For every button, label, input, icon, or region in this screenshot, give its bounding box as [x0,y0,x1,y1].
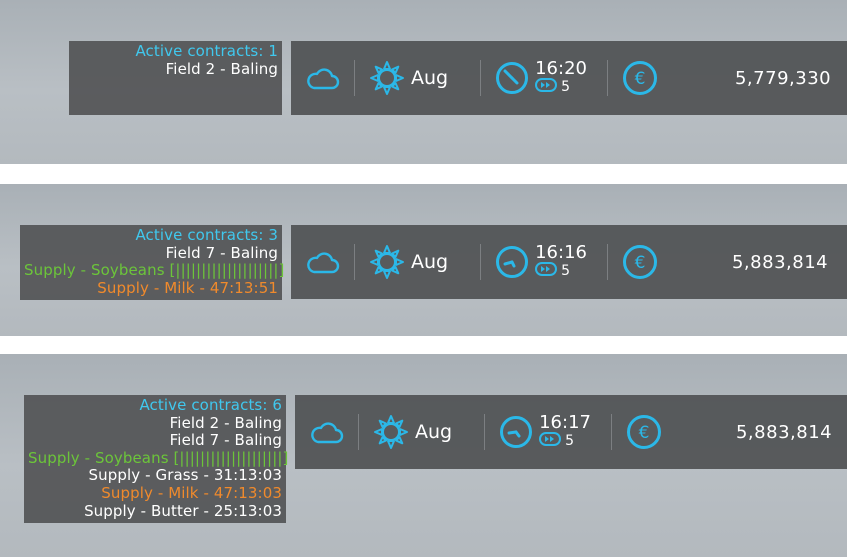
divider [484,414,486,450]
sun-icon[interactable] [369,60,405,96]
time-scale: 5 [561,79,571,95]
contract-item[interactable]: Supply - Soybeans [||||||||||||||||||||] [28,449,288,468]
contract-item[interactable]: Field 2 - Baling [28,414,282,433]
contracts-list: Active contracts: 3 Field 7 - Baling Sup… [20,225,284,300]
contract-item[interactable]: Supply - Butter - 25:13:03 [28,502,282,521]
divider [354,244,355,280]
divider [480,60,482,96]
euro-icon[interactable]: € [622,60,658,96]
divider [606,244,608,280]
clock-icon[interactable] [499,415,533,449]
money-balance: 5,883,814 [731,251,829,273]
contract-item[interactable]: Field 2 - Baling [73,60,278,79]
hud-bar: Aug 16:20 5 € 5,779,330 [291,41,847,115]
contracts-list: Active contracts: 1 Field 2 - Baling [69,41,282,115]
sun-icon[interactable] [373,414,409,450]
hud-bar: Aug 16:17 5 € 5,883,814 [295,395,847,469]
hud-bar: Aug 16:16 5 € 5,883,814 [291,225,847,299]
clock-time: 16:17 [539,411,591,433]
sun-icon[interactable] [369,244,405,280]
cloud-icon[interactable] [306,65,340,91]
divider [480,244,482,280]
money-balance: 5,883,814 [735,421,833,443]
contract-item[interactable]: Supply - Milk - 47:13:03 [28,484,282,503]
clock-icon[interactable] [495,61,529,95]
contracts-title: Active contracts: 3 [135,226,278,244]
hud-strip-2: Active contracts: 3 Field 7 - Baling Sup… [0,184,847,336]
hud-strip-3: Active contracts: 6 Field 2 - Baling Fie… [0,354,847,557]
contract-item[interactable]: Supply - Soybeans [||||||||||||||||||||] [24,262,284,280]
contract-item[interactable]: Supply - Grass - 31:13:03 [28,467,282,485]
euro-icon[interactable]: € [622,244,658,280]
divider [610,414,612,450]
contracts-title: Active contracts: 6 [139,396,282,414]
contract-item[interactable]: Field 7 - Baling [24,244,278,263]
contracts-list: Active contracts: 6 Field 2 - Baling Fie… [24,395,288,523]
clock-time: 16:20 [535,57,587,79]
time-scale: 5 [565,433,575,449]
fast-forward-icon[interactable] [535,77,558,98]
divider [606,60,608,96]
month-label: Aug [411,67,449,89]
hud-strip-1: Active contracts: 1 Field 2 - Baling Aug… [0,0,847,164]
month-label: Aug [411,251,449,273]
cloud-icon[interactable] [310,419,344,445]
contracts-title: Active contracts: 1 [135,42,278,60]
svg-text:€: € [639,423,650,443]
divider [354,60,355,96]
divider [358,414,359,450]
month-label: Aug [415,421,453,443]
cloud-icon[interactable] [306,249,340,275]
svg-text:€: € [635,69,646,89]
fast-forward-icon[interactable] [535,261,558,282]
contract-item[interactable]: Field 7 - Baling [28,432,282,450]
svg-text:€: € [635,253,646,273]
time-scale: 5 [561,263,571,279]
contract-item[interactable]: Supply - Milk - 47:13:51 [24,279,278,298]
money-balance: 5,779,330 [734,67,832,89]
clock-time: 16:16 [535,241,587,263]
euro-icon[interactable]: € [626,414,662,450]
fast-forward-icon[interactable] [539,431,562,452]
clock-icon[interactable] [495,245,529,279]
